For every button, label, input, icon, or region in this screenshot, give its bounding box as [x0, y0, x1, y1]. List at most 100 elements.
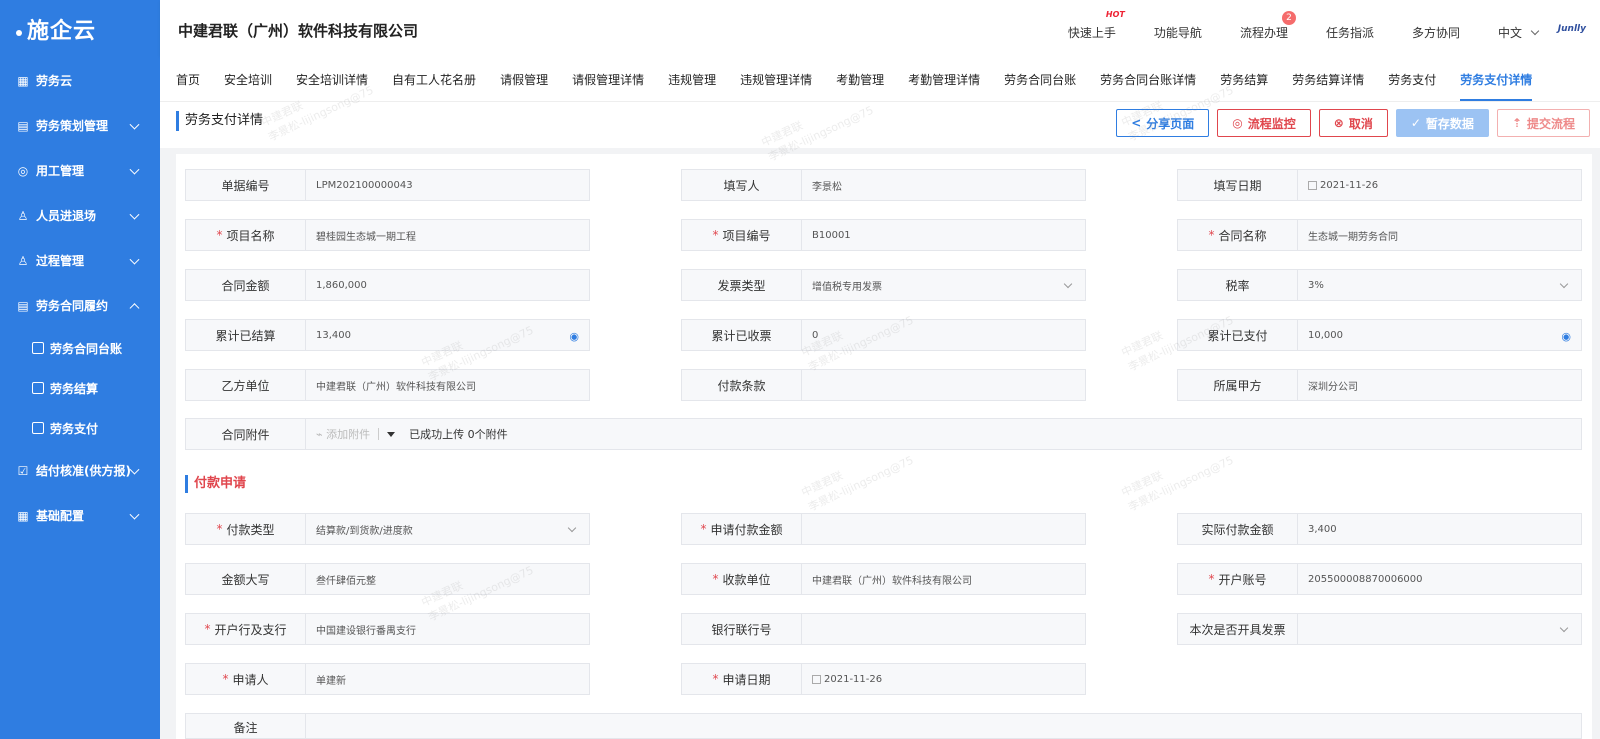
apply-date-field: * 申请日期 2021-11-26	[681, 663, 1086, 695]
applicant-input[interactable]: 单建新	[306, 664, 589, 694]
bank-field: * 开户行及支行 中国建设银行番禺支行	[185, 613, 590, 645]
tab-leave-detail[interactable]: 请假管理详情	[572, 56, 644, 101]
share-page-button[interactable]: < 分享页面	[1116, 109, 1210, 137]
tab-violation-detail[interactable]: 违规管理详情	[740, 56, 812, 101]
contract-name-input[interactable]: 生态城一期劳务合同	[1298, 220, 1581, 250]
pay-terms-field: 付款条款	[681, 369, 1086, 401]
payee-input[interactable]: 中建君联（广州）软件科技有限公司	[802, 564, 1085, 594]
tab-safety-training[interactable]: 安全培训	[224, 56, 272, 101]
contract-amount-input[interactable]: 1,860,000	[306, 270, 589, 300]
eye-icon[interactable]: ◉	[1561, 330, 1571, 343]
party-a-input[interactable]: 深圳分公司	[1298, 370, 1581, 400]
writer-input[interactable]: 李景松	[802, 170, 1085, 200]
quick-start-link[interactable]: 快速上手 HOT	[1068, 10, 1125, 41]
write-date-input[interactable]: 2021-11-26	[1298, 170, 1581, 200]
invoice-flag-select[interactable]	[1298, 614, 1581, 644]
attachment-field: 合同附件 ⌁ 添加附件 已成功上传 0个附件	[185, 418, 1582, 450]
process-icon: ♙	[17, 253, 29, 268]
project-no-input[interactable]: B10001	[802, 220, 1085, 250]
contract-icon: ▤	[17, 298, 29, 313]
sidebar-item-entry-exit[interactable]: ♙ 人员进退场	[0, 193, 160, 238]
tab-settlement[interactable]: 劳务结算	[1220, 56, 1268, 101]
hot-badge: HOT	[1105, 10, 1125, 19]
sidebar-item-laowuyun[interactable]: ▦ 劳务云	[0, 58, 160, 103]
chevron-down-icon	[129, 119, 140, 130]
cancel-button[interactable]: ⊗ 取消	[1318, 109, 1388, 137]
actual-amount-input[interactable]: 3,400	[1298, 514, 1581, 544]
amount-upper-input[interactable]: 叁仟肆佰元整	[306, 564, 589, 594]
invoice-type-select[interactable]: 增值税专用发票	[802, 270, 1085, 300]
bank-code-input[interactable]	[802, 614, 1085, 644]
tab-contract-ledger-detail[interactable]: 劳务合同台账详情	[1100, 56, 1196, 101]
page-title: 劳务支付详情	[176, 111, 263, 131]
tax-rate-field: 税率 3%	[1177, 269, 1582, 301]
caret-down-icon[interactable]	[387, 431, 396, 437]
tab-leave[interactable]: 请假管理	[500, 56, 548, 101]
sidebar-item-config[interactable]: ▦ 基础配置	[0, 493, 160, 538]
tab-safety-training-detail[interactable]: 安全培训详情	[296, 56, 368, 101]
sidebar-item-payment[interactable]: 劳务支付	[0, 408, 160, 448]
received-input[interactable]: 0	[802, 320, 1085, 350]
tab-payment-detail[interactable]: 劳务支付详情	[1460, 56, 1533, 101]
write-date-field: 填写日期 2021-11-26	[1177, 169, 1582, 201]
project-name-field: * 项目名称 碧桂园生态城一期工程	[185, 219, 590, 251]
writer-field: 填写人 李景松	[681, 169, 1086, 201]
upload-icon: ⇡	[1511, 116, 1522, 130]
tab-violation[interactable]: 违规管理	[668, 56, 716, 101]
tab-attendance-detail[interactable]: 考勤管理详情	[908, 56, 980, 101]
tab-worker-roster[interactable]: 自有工人花名册	[392, 56, 476, 101]
apply-amount-input[interactable]	[802, 514, 1085, 544]
plan-icon: ▤	[17, 118, 29, 133]
page-toolbar: 劳务支付详情 < 分享页面 ◎ 流程监控 ⊗ 取消 ✓ 暂存数据 ⇡ 提交流程	[160, 102, 1600, 148]
invoice-type-field: 发票类型 增值税专用发票	[681, 269, 1086, 301]
function-nav-link[interactable]: 功能导航	[1154, 24, 1202, 41]
party-a-field: 所属甲方 深圳分公司	[1177, 369, 1582, 401]
tab-payment[interactable]: 劳务支付	[1388, 56, 1436, 101]
top-header: 中建君联（广州）软件科技有限公司 快速上手 HOT 功能导航 流程办理 2 任务指派…	[160, 0, 1600, 56]
doc-no-input[interactable]: LPM202100000043	[306, 170, 589, 200]
account-no-input[interactable]: 205500008870006000	[1298, 564, 1581, 594]
sidebar-item-approve[interactable]: ☑ 结付核准(供方报)	[0, 448, 160, 493]
chevron-down-icon	[1559, 279, 1569, 289]
sidebar-item-contract[interactable]: ▤ 劳务合同履约	[0, 283, 160, 328]
brand-logo: Junlly	[1557, 24, 1586, 34]
chevron-down-icon	[1559, 623, 1569, 633]
contract-name-field: * 合同名称 生态城一期劳务合同	[1177, 219, 1582, 251]
person-icon: ♙	[17, 208, 29, 223]
tax-rate-select[interactable]: 3%	[1298, 270, 1581, 300]
process-handle-link[interactable]: 流程办理 2	[1240, 11, 1296, 41]
project-name-input[interactable]: 碧桂园生态城一期工程	[306, 220, 589, 250]
check-circle-icon: ✓	[1410, 116, 1421, 130]
remark-input[interactable]	[306, 714, 1581, 738]
apply-date-input[interactable]: 2021-11-26	[802, 664, 1085, 694]
submit-process-button[interactable]: ⇡ 提交流程	[1496, 109, 1590, 137]
pay-type-select[interactable]: 结算款/到货款/进度款	[306, 514, 589, 544]
doc-no-field: 单据编号 LPM202100000043	[185, 169, 590, 201]
collaboration-link[interactable]: 多方协同	[1412, 24, 1460, 41]
language-select[interactable]: 中文	[1498, 24, 1540, 41]
settled-input[interactable]: 13,400 ◉	[306, 320, 589, 350]
sidebar-item-process[interactable]: ♙ 过程管理	[0, 238, 160, 283]
app-logo[interactable]: 施企云	[0, 0, 160, 58]
add-attachment-button[interactable]: 添加附件	[326, 426, 370, 442]
task-assign-link[interactable]: 任务指派	[1326, 24, 1374, 41]
sidebar-item-contract-ledger[interactable]: 劳务合同台账	[0, 328, 160, 368]
tab-home[interactable]: 首页	[176, 56, 200, 101]
sidebar-item-planning[interactable]: ▤ 劳务策划管理	[0, 103, 160, 148]
tab-attendance[interactable]: 考勤管理	[836, 56, 884, 101]
eye-icon[interactable]: ◉	[569, 330, 579, 343]
sidebar-item-settlement[interactable]: 劳务结算	[0, 368, 160, 408]
pay-icon	[32, 422, 44, 434]
tab-settlement-detail[interactable]: 劳务结算详情	[1292, 56, 1364, 101]
bank-input[interactable]: 中国建设银行番禺支行	[306, 614, 589, 644]
paid-input[interactable]: 10,000 ◉	[1298, 320, 1581, 350]
sidebar-item-employment[interactable]: ◎ 用工管理	[0, 148, 160, 193]
tab-contract-ledger[interactable]: 劳务合同台账	[1004, 56, 1076, 101]
pay-terms-input[interactable]	[802, 370, 1085, 400]
invoice-flag-field: 本次是否开具发票	[1177, 613, 1582, 645]
close-circle-icon: ⊗	[1333, 116, 1344, 130]
remark-field: 备注	[185, 713, 1582, 739]
save-draft-button[interactable]: ✓ 暂存数据	[1395, 109, 1489, 137]
party-b-input[interactable]: 中建君联（广州）软件科技有限公司	[306, 370, 589, 400]
process-monitor-button[interactable]: ◎ 流程监控	[1217, 109, 1311, 137]
